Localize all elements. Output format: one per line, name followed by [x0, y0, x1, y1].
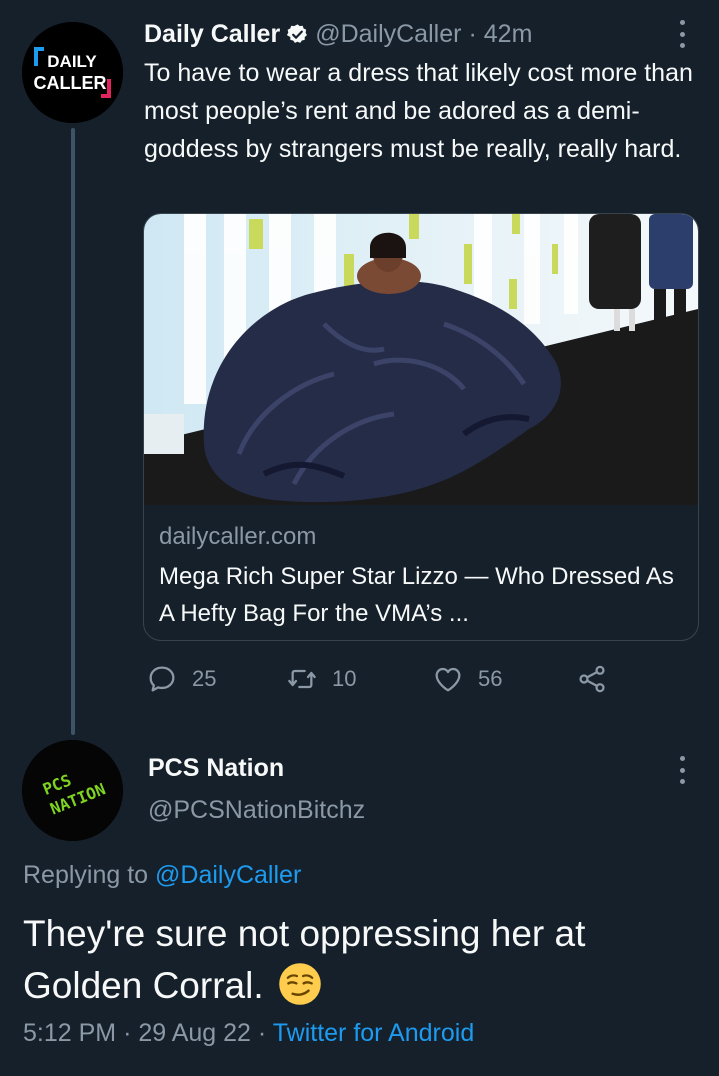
svg-text:DAILY: DAILY: [47, 52, 97, 71]
link-card[interactable]: dailycaller.com Mega Rich Super Star Liz…: [143, 213, 699, 641]
reply-source[interactable]: Twitter for Android: [273, 1019, 474, 1047]
share-button[interactable]: [576, 662, 608, 696]
reply-button[interactable]: 25: [146, 662, 216, 696]
tweet-header: Daily Caller @DailyCaller · 42m: [144, 14, 532, 54]
reply-time[interactable]: 5:12 PM: [23, 1019, 116, 1047]
retweet-button[interactable]: 10: [286, 662, 356, 696]
card-image: [144, 214, 698, 505]
smirking-face-emoji-icon: [279, 963, 321, 1005]
verified-badge-icon: [287, 23, 308, 43]
reply-author-name[interactable]: PCS Nation: [148, 754, 284, 783]
like-count: 56: [478, 666, 503, 691]
author-handle[interactable]: @DailyCaller: [315, 20, 461, 49]
thread-connector-line: [71, 128, 75, 735]
tweet-text: To have to wear a dress that likely cost…: [144, 59, 693, 163]
meta-separator-2: ·: [257, 1019, 267, 1047]
like-button[interactable]: 56: [432, 662, 502, 696]
reply-icon: [149, 666, 175, 692]
tweet-time[interactable]: 42m: [484, 20, 533, 49]
pcs-nation-avatar[interactable]: PCS NATION: [22, 740, 123, 841]
reply-more-options-icon[interactable]: [677, 756, 687, 784]
reply-metadata: 5:12 PM · 29 Aug 22 · Twitter for Androi…: [23, 1019, 474, 1048]
reply-text-block: They're sure not oppressing her at Golde…: [23, 908, 703, 1012]
replying-to-mention[interactable]: @DailyCaller: [155, 861, 301, 889]
lizzo-vma-photo-icon: [144, 214, 698, 505]
reply-date[interactable]: 29 Aug 22: [138, 1019, 251, 1047]
daily-caller-avatar[interactable]: DAILY CALLER: [22, 22, 123, 123]
author-name[interactable]: Daily Caller: [144, 20, 280, 49]
reply-author-handle[interactable]: @PCSNationBitchz: [148, 796, 365, 825]
meta-separator: ·: [123, 1019, 132, 1047]
svg-text:CALLER: CALLER: [34, 73, 107, 93]
separator-dot: ·: [468, 19, 477, 48]
tweet-actions-bar: 25 10 56: [146, 662, 626, 696]
reply-count: 25: [192, 666, 217, 691]
card-title[interactable]: Mega Rich Super Star Lizzo — Who Dressed…: [159, 558, 679, 632]
retweet-icon: [288, 669, 316, 689]
more-options-icon[interactable]: [677, 20, 687, 48]
retweet-count: 10: [332, 666, 357, 691]
heart-icon: [435, 667, 461, 692]
daily-caller-logo-icon: DAILY CALLER: [22, 22, 123, 123]
replying-prefix: Replying to: [23, 861, 149, 889]
pcs-nation-logo-icon: PCS NATION: [22, 740, 123, 841]
replying-to-line: Replying to @DailyCaller: [23, 861, 301, 890]
card-domain: dailycaller.com: [159, 523, 317, 550]
share-icon: [579, 665, 605, 693]
